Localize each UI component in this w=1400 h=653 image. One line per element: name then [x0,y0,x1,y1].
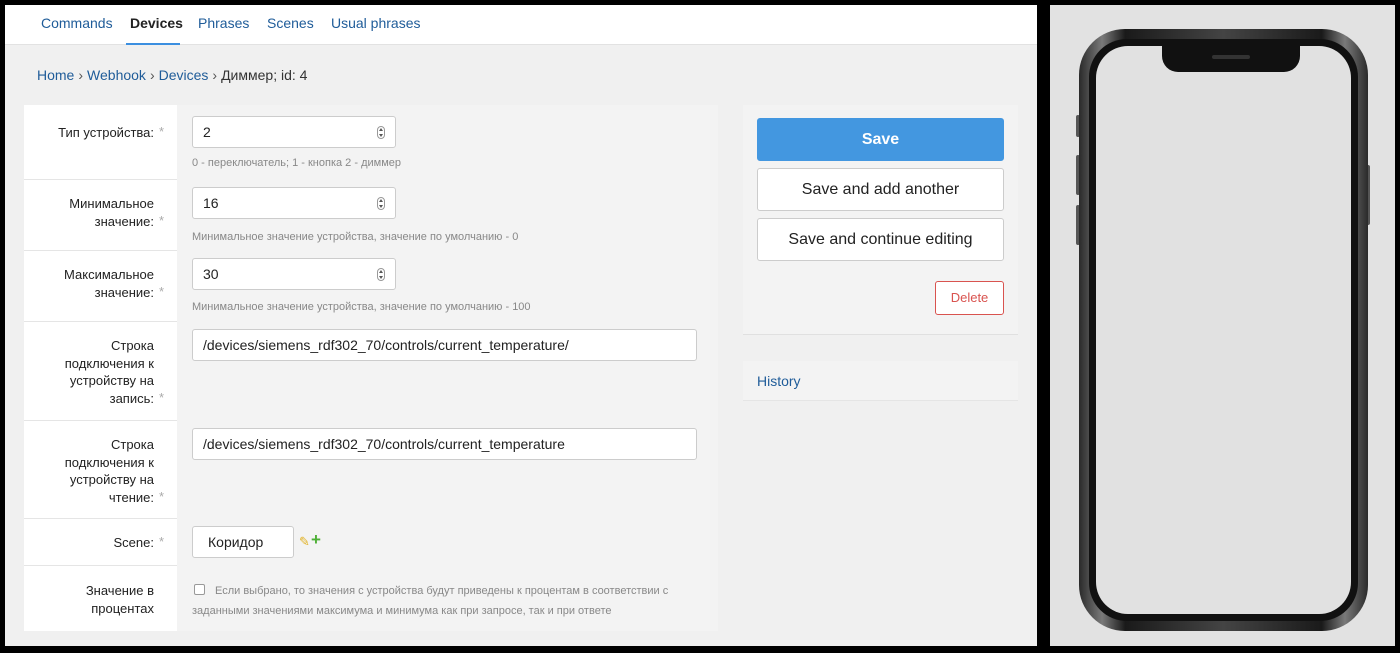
row-divider [24,518,177,519]
tab-phrases[interactable]: Phrases [198,15,249,31]
tab-usual-phrases[interactable]: Usual phrases [331,15,421,31]
row-divider [24,179,177,180]
plus-icon[interactable]: + [311,530,321,550]
min-value-label: Минимальное значение: [69,196,154,229]
tab-commands[interactable]: Commands [41,15,113,31]
breadcrumb-separator: › [78,67,84,83]
scene-select[interactable]: Коридор [192,526,294,558]
required-mark: * [159,534,165,549]
save-and-add-button[interactable]: Save and add another [757,168,1004,211]
breadcrumb-home[interactable]: Home [37,67,74,83]
phone-preview [1050,5,1395,646]
required-mark: * [159,213,165,228]
top-navigation: Commands Devices Phrases Scenes Usual ph… [5,5,1037,45]
device-type-input[interactable]: 2 [192,116,396,148]
pencil-icon[interactable]: ✎ [299,534,310,550]
history-link[interactable]: History [743,361,1018,401]
max-value-label: Максимальное значение: [64,267,154,300]
breadcrumb-separator: › [149,67,155,83]
required-mark: * [159,489,165,504]
read-connection-input[interactable]: /devices/siemens_rdf302_70/controls/curr… [192,428,697,460]
spinner-icon[interactable] [377,126,385,139]
phone-notch [1162,46,1300,72]
scene-label: Scene: [113,535,154,550]
spinner-icon[interactable] [377,197,385,210]
phone-bezel [1089,39,1358,621]
admin-panel: Commands Devices Phrases Scenes Usual ph… [5,5,1037,646]
speaker-grille [1212,55,1250,59]
spinner-icon[interactable] [377,268,385,281]
min-value-help: Минимальное значение устройства, значени… [192,231,519,243]
percent-help: Если выбрано, то значения с устройства б… [192,585,669,617]
required-mark: * [159,124,165,139]
active-tab-indicator [126,43,180,45]
breadcrumb-webhook[interactable]: Webhook [87,67,146,83]
tab-scenes[interactable]: Scenes [267,15,314,31]
device-type-label: Тип устройства: [58,125,154,140]
min-value-input[interactable]: 16 [192,187,396,219]
row-divider [24,420,177,421]
save-button[interactable]: Save [757,118,1004,161]
row-divider [24,250,177,251]
device-form: Тип устройства: * 2 0 - переключатель; 1… [24,105,718,631]
delete-button[interactable]: Delete [935,281,1004,315]
write-connection-label: Строка подключения к устройству на запис… [64,338,154,406]
device-type-help: 0 - переключатель; 1 - кнопка 2 - диммер [192,157,401,169]
action-panel: Save Save and add another Save and conti… [743,105,1018,335]
max-value-input[interactable]: 30 [192,258,396,290]
percent-label: Значение в процентах [85,583,154,616]
breadcrumb-current: Диммер; id: 4 [221,67,308,83]
required-mark: * [159,390,165,405]
row-divider [24,565,177,566]
breadcrumb-devices[interactable]: Devices [159,67,209,83]
breadcrumb: Home › Webhook › Devices › Диммер; id: 4 [37,67,307,83]
write-connection-input[interactable]: /devices/siemens_rdf302_70/controls/curr… [192,329,697,361]
save-and-continue-button[interactable]: Save and continue editing [757,218,1004,261]
phone-frame [1079,29,1368,631]
breadcrumb-separator: › [212,67,218,83]
phone-screen [1096,46,1351,614]
row-divider [24,321,177,322]
read-connection-label: Строка подключения к устройству на чтени… [64,437,154,505]
max-value-help: Минимальное значение устройства, значени… [192,301,531,313]
required-mark: * [159,284,165,299]
tab-devices[interactable]: Devices [130,15,183,31]
